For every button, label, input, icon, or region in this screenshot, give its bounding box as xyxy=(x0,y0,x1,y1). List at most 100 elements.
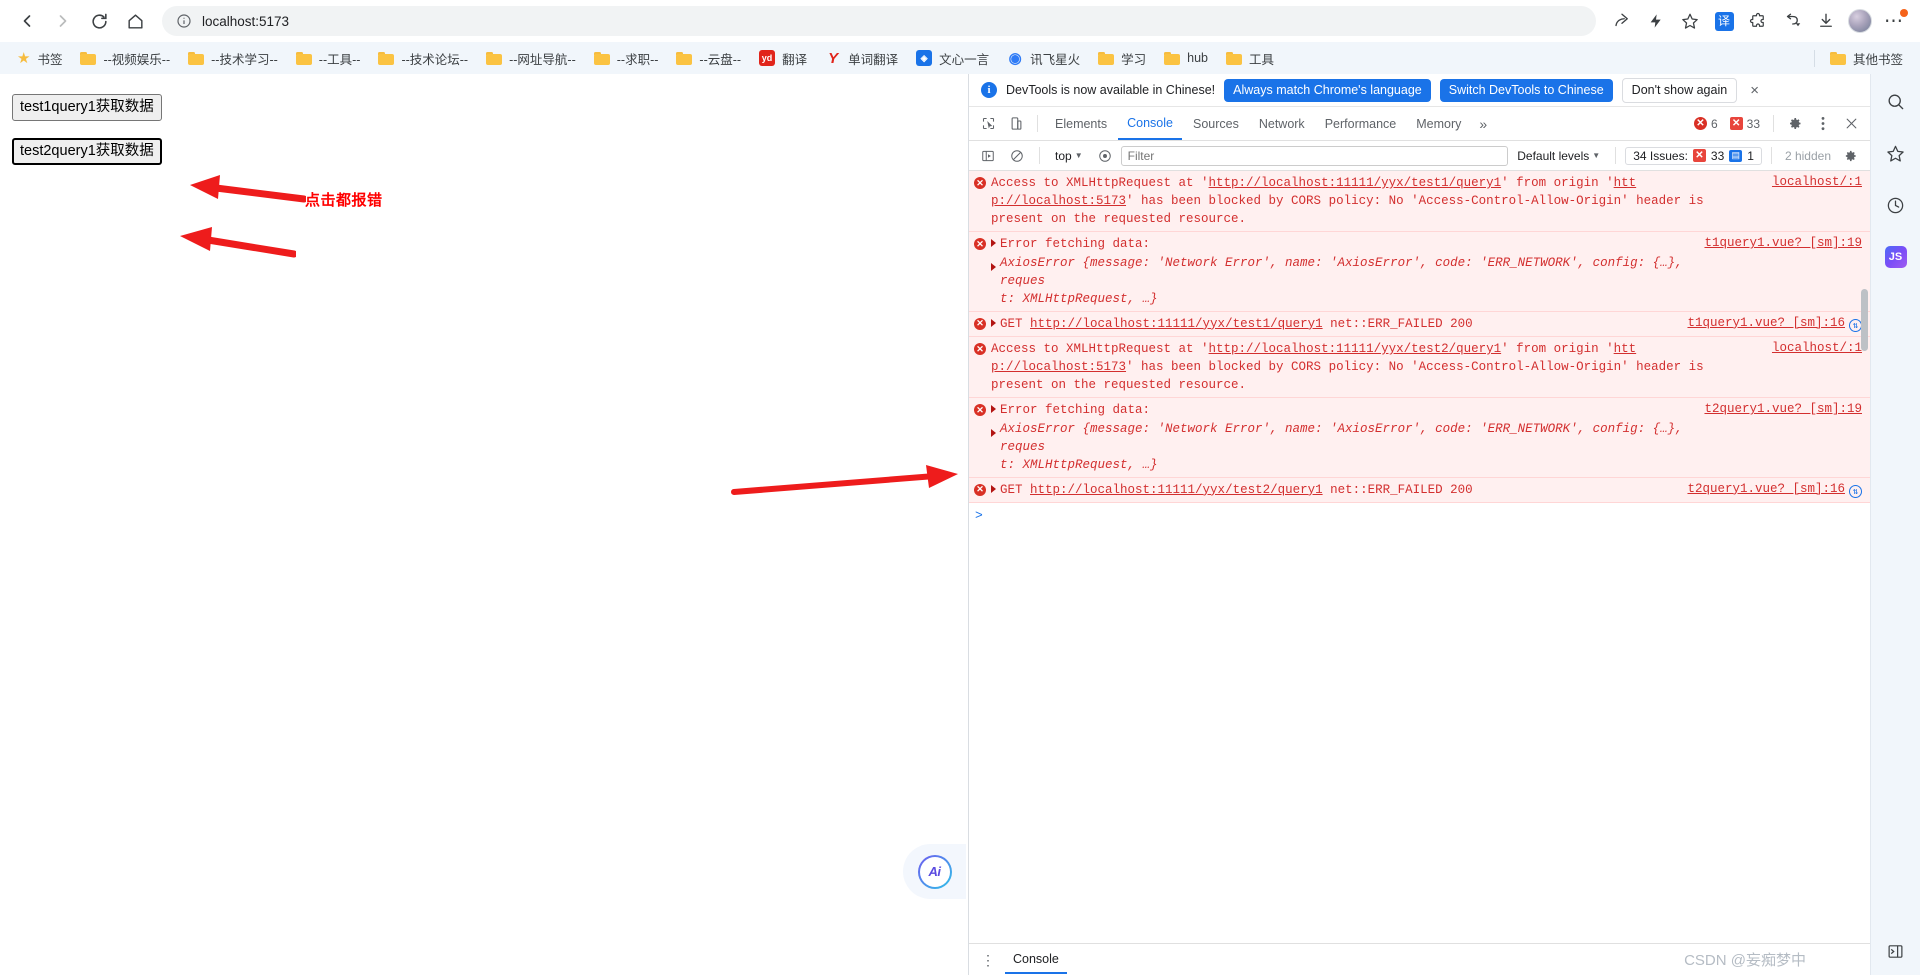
bookmark-folder-forum[interactable]: --技术论坛-- xyxy=(369,46,477,71)
address-bar[interactable]: localhost:5173 xyxy=(162,6,1596,36)
bookmark-folder-tools[interactable]: --工具-- xyxy=(287,46,370,71)
msg-link-url[interactable]: http://localhost:11111/yyx/test2/query1 xyxy=(1209,342,1502,356)
msg-link-origin[interactable]: htt xyxy=(1614,176,1637,190)
bookmark-folder-tech-study[interactable]: --技术学习-- xyxy=(179,46,287,71)
ai-assistant-button[interactable]: Ai xyxy=(903,844,966,899)
star-icon[interactable] xyxy=(1674,5,1706,37)
download-icon[interactable] xyxy=(1810,5,1842,37)
forward-button[interactable] xyxy=(46,4,80,38)
console-message-source[interactable]: localhost/:1 xyxy=(1772,340,1870,394)
expand-arrow-icon[interactable] xyxy=(991,405,996,414)
console-message-source[interactable]: localhost/:1 xyxy=(1772,174,1870,228)
home-button[interactable] xyxy=(118,4,152,38)
console-message-text: Access to XMLHttpRequest at 'http://loca… xyxy=(991,174,1772,228)
chrome-menu-icon[interactable]: ⋯ xyxy=(1878,5,1910,37)
close-icon[interactable]: × xyxy=(1746,83,1763,98)
always-match-language-button[interactable]: Always match Chrome's language xyxy=(1224,78,1431,102)
console-message-source[interactable]: t2query1.vue? [sm]:19 xyxy=(1704,401,1870,474)
issues-count-badge[interactable]: ✕ 33 xyxy=(1725,116,1765,132)
tab-memory[interactable]: Memory xyxy=(1407,107,1470,140)
msg-link-origin-cont[interactable]: p://localhost:5173 xyxy=(991,194,1126,208)
error-count-badge[interactable]: ✕ 6 xyxy=(1689,116,1723,132)
switch-devtools-chinese-button[interactable]: Switch DevTools to Chinese xyxy=(1439,78,1613,102)
gear-icon[interactable] xyxy=(1782,111,1808,137)
history-back-icon[interactable] xyxy=(1776,5,1808,37)
site-info-icon[interactable] xyxy=(176,13,192,29)
test1-query1-button[interactable]: test1query1获取数据 xyxy=(12,94,162,122)
bookmark-folder-hub[interactable]: hub xyxy=(1155,48,1217,68)
live-expression-icon[interactable] xyxy=(1092,143,1118,169)
clear-console-icon[interactable] xyxy=(1004,143,1030,169)
console-filter-input[interactable] xyxy=(1120,145,1509,166)
console-message-source[interactable]: t1query1.vue? [sm]:19 xyxy=(1704,235,1870,308)
history-clock-icon[interactable] xyxy=(1883,192,1909,218)
expand-arrow-icon[interactable] xyxy=(991,239,996,248)
extensions-icon[interactable] xyxy=(1742,5,1774,37)
bookmark-folder-video[interactable]: --视频娱乐-- xyxy=(71,46,179,71)
bookmark-folder-nav[interactable]: --网址导航-- xyxy=(477,46,585,71)
tab-sources[interactable]: Sources xyxy=(1184,107,1248,140)
bookmark-folder-xuexi[interactable]: 学习 xyxy=(1089,46,1155,71)
msg-link-url[interactable]: http://localhost:11111/yyx/test1/query1 xyxy=(1209,176,1502,190)
drawer-tab-console[interactable]: Console xyxy=(1005,945,1067,974)
xunfei-icon: ◉ xyxy=(1008,49,1022,67)
msg-link-url[interactable]: http://localhost:11111/yyx/test1/query1 xyxy=(1030,317,1323,331)
bookmark-youdao-translate[interactable]: yd 翻译 xyxy=(750,46,816,71)
console-message-error-fetch-t1[interactable]: ✕ Error fetching data: AxiosError {messa… xyxy=(969,232,1870,312)
bookmark-folder-other[interactable]: 其他书签 xyxy=(1821,46,1912,71)
reload-button[interactable] xyxy=(82,4,116,38)
js-extension-icon[interactable]: JS xyxy=(1883,244,1909,270)
lightning-icon[interactable] xyxy=(1640,5,1672,37)
console-settings-gear-icon[interactable] xyxy=(1838,143,1864,169)
inspect-element-icon[interactable] xyxy=(975,111,1001,137)
log-levels-select[interactable]: Default levels ▼ xyxy=(1511,147,1606,165)
expand-arrow-icon[interactable] xyxy=(991,484,996,493)
close-devtools-icon[interactable] xyxy=(1838,111,1864,137)
bookmark-folder-cloud[interactable]: --云盘-- xyxy=(667,46,750,71)
execution-context-select[interactable]: top ▼ xyxy=(1049,147,1089,165)
search-icon[interactable] xyxy=(1883,88,1909,114)
console-scrollbar[interactable] xyxy=(1861,289,1868,351)
tab-network[interactable]: Network xyxy=(1250,107,1314,140)
back-button[interactable] xyxy=(10,4,44,38)
bookmark-folder-gongju[interactable]: 工具 xyxy=(1217,46,1283,71)
translate-icon[interactable]: 译 xyxy=(1708,5,1740,37)
issues-summary-button[interactable]: 34 Issues: ✕ 33 ▤ 1 xyxy=(1625,146,1762,165)
network-globe-icon[interactable]: ⇅ xyxy=(1849,485,1862,499)
msg-link-origin[interactable]: htt xyxy=(1614,342,1637,356)
dont-show-again-button[interactable]: Don't show again xyxy=(1621,77,1738,103)
expand-arrow-icon[interactable] xyxy=(991,262,996,271)
expand-arrow-icon[interactable] xyxy=(991,428,996,437)
devtools-menu-icon[interactable] xyxy=(1810,111,1836,137)
share-icon[interactable] xyxy=(1606,5,1638,37)
expand-arrow-icon[interactable] xyxy=(991,318,996,327)
console-message-list[interactable]: ✕ Access to XMLHttpRequest at 'http://lo… xyxy=(969,171,1870,943)
bookmark-wenxin-yiyan[interactable]: ◈ 文心一言 xyxy=(907,46,998,71)
avatar[interactable] xyxy=(1844,5,1876,37)
tab-console[interactable]: Console xyxy=(1118,107,1182,140)
console-message-cors-test1[interactable]: ✕ Access to XMLHttpRequest at 'http://lo… xyxy=(969,171,1870,233)
tab-performance[interactable]: Performance xyxy=(1316,107,1406,140)
bookmark-item-shuqian[interactable]: ★ 书签 xyxy=(8,46,71,71)
tab-elements[interactable]: Elements xyxy=(1046,107,1116,140)
bookmark-star-icon[interactable] xyxy=(1883,140,1909,166)
console-sidebar-icon[interactable] xyxy=(975,143,1001,169)
bookmark-folder-job[interactable]: --求职-- xyxy=(585,46,668,71)
console-message-error-fetch-t2[interactable]: ✕ Error fetching data: AxiosError {messa… xyxy=(969,398,1870,478)
console-message-source[interactable]: t2query1.vue? [sm]:16 xyxy=(1687,482,1845,496)
console-prompt[interactable]: > xyxy=(969,503,1870,528)
more-tabs-icon[interactable]: » xyxy=(1472,116,1494,132)
msg-link-origin-cont[interactable]: p://localhost:5173 xyxy=(991,360,1126,374)
console-message-get-test2[interactable]: ✕ GET http://localhost:11111/yyx/test2/q… xyxy=(969,477,1870,503)
device-toolbar-icon[interactable] xyxy=(1003,111,1029,137)
console-message-cors-test2[interactable]: ✕ Access to XMLHttpRequest at 'http://lo… xyxy=(969,337,1870,399)
drawer-menu-icon[interactable]: ⋮ xyxy=(975,953,1001,967)
bookmark-xunfei-xinghuo[interactable]: ◉ 讯飞星火 xyxy=(998,46,1089,71)
annotation-arrow-3 xyxy=(731,465,958,495)
msg-link-url[interactable]: http://localhost:11111/yyx/test2/query1 xyxy=(1030,483,1323,497)
test2-query1-button[interactable]: test2query1获取数据 xyxy=(12,138,162,166)
console-message-source[interactable]: t1query1.vue? [sm]:16 xyxy=(1687,316,1845,330)
expand-panel-icon[interactable] xyxy=(1887,943,1904,965)
console-message-get-test1[interactable]: ✕ GET http://localhost:11111/yyx/test1/q… xyxy=(969,311,1870,337)
bookmark-word-translate[interactable]: Y 单词翻译 xyxy=(816,46,907,71)
